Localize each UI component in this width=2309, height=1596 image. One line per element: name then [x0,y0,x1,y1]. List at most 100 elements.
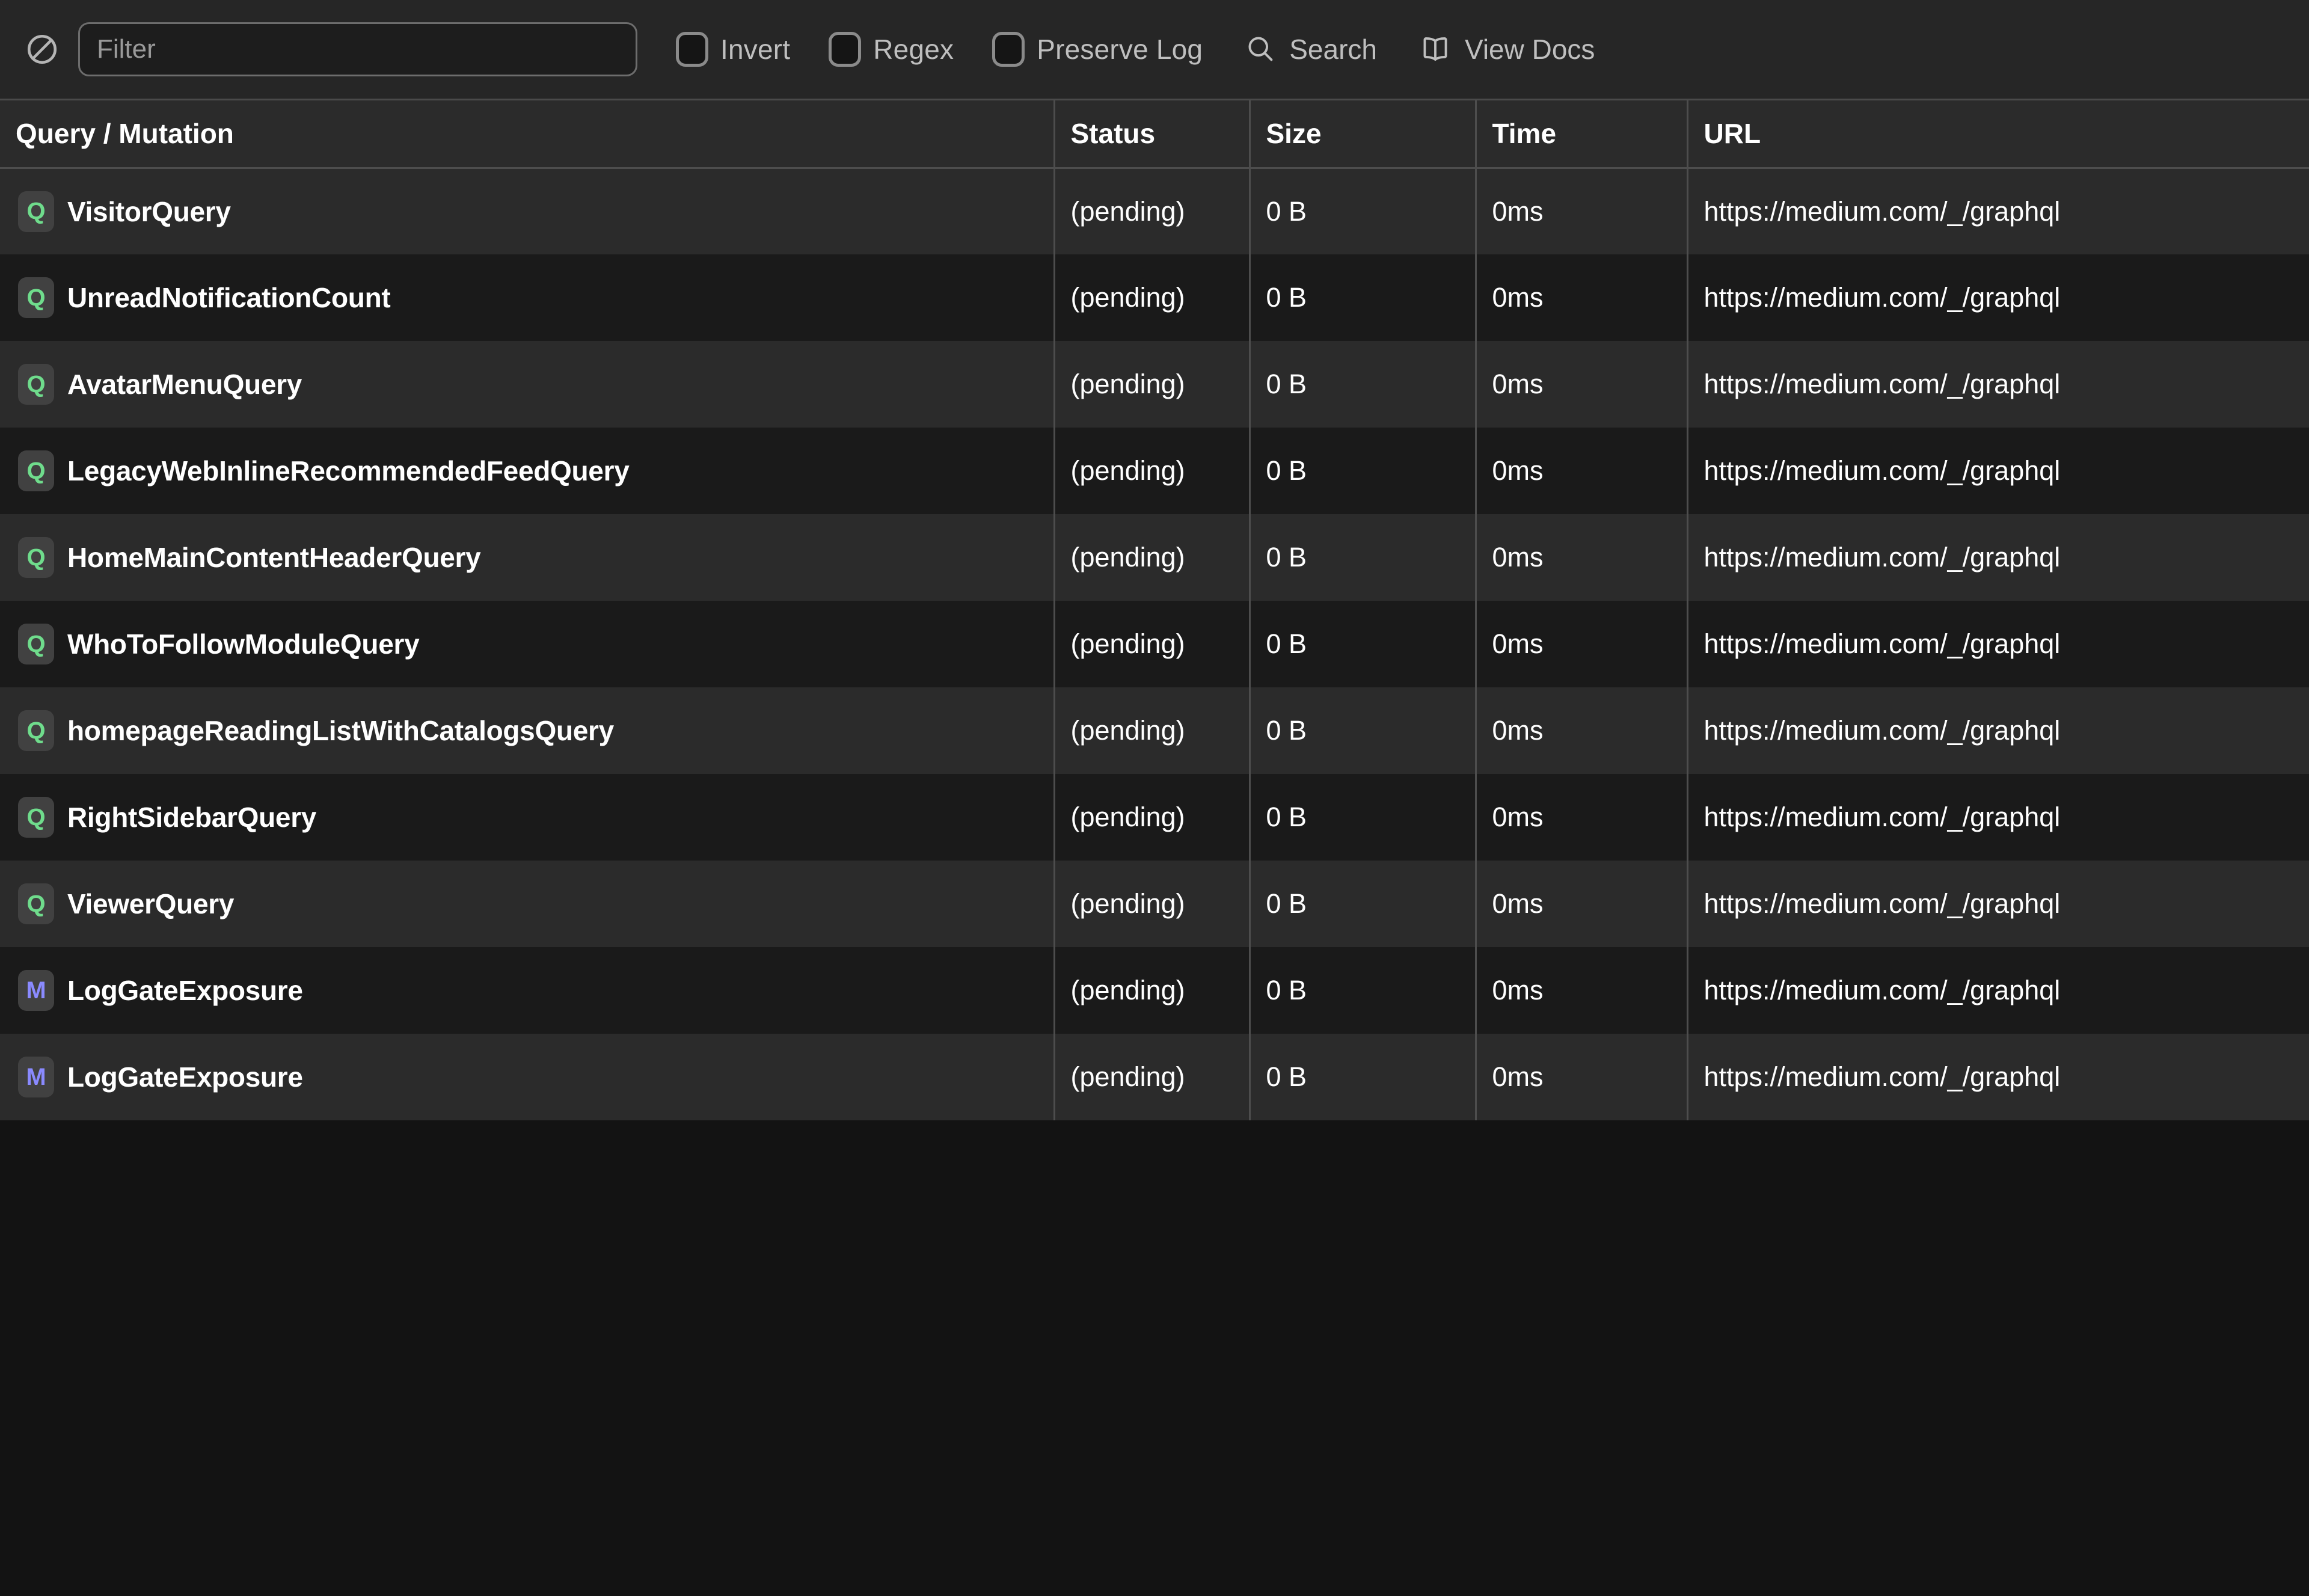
cell-time: 0ms [1476,861,1688,947]
cell-time: 0ms [1476,168,1688,254]
cell-url: https://medium.com/_/graphql [1687,1034,2309,1120]
table-row[interactable]: Q HomeMainContentHeaderQuery (pending) 0 B0… [0,514,2309,601]
cell-url: https://medium.com/_/graphql [1687,428,2309,514]
operation-name-wrapper: Q HomeMainContentHeaderQuery [16,537,1052,578]
table-body: Q VisitorQuery (pending) 0 B 0ms https://medi… [0,168,2309,1120]
toolbar: Invert Regex Preserve Log Search View Do… [0,0,2309,100]
cell-size: 0 B [1250,601,1477,687]
view-docs-button[interactable]: View Docs [1419,32,1595,67]
cell-time: 0ms [1476,1034,1688,1120]
search-icon [1245,33,1276,66]
column-header-url[interactable]: URL [1687,100,2309,169]
filter-input[interactable] [78,22,637,76]
cell-status: (pending) [1054,1034,1251,1120]
cell-time: 0ms [1476,254,1688,341]
operation-name-wrapper: Q VisitorQuery [16,191,1052,232]
query-badge-icon: Q [18,364,54,405]
table-row[interactable]: Q VisitorQuery (pending) 0 B 0ms https://medi… [0,168,2309,254]
cell-size: 0 B [1250,947,1477,1034]
column-header-size[interactable]: Size [1250,100,1477,169]
cell-operation-name[interactable]: Q WhoToFollowModuleQuery [0,601,1055,687]
ban-icon [25,32,60,67]
cell-url: https://medium.com/_/graphql [1687,774,2309,861]
cell-url: https://medium.com/_/graphql [1687,947,2309,1034]
regex-checkbox-label: Regex [873,34,954,65]
preserve-log-checkbox-box[interactable] [992,32,1025,67]
operation-name-label: AvatarMenuQuery [67,369,302,400]
cell-operation-name[interactable]: Q UnreadNotificationCount [0,254,1055,341]
query-badge-icon: Q [18,191,54,232]
cell-operation-name[interactable]: Q HomeMainContentHeaderQuery [0,514,1055,601]
cell-url: https://medium.com/_/graphql [1687,168,2309,254]
operation-name-label: LegacyWebInlineRecommendedFeedQuery [67,455,630,486]
cell-operation-name[interactable]: M LogGateExposure [0,947,1055,1034]
cell-size: 0 B [1250,1034,1477,1120]
cell-operation-name[interactable]: Q AvatarMenuQuery [0,341,1055,428]
preserve-log-checkbox[interactable]: Preserve Log [992,32,1203,67]
cell-operation-name[interactable]: QhomepageReadingListWithCatalogsQuery [0,687,1055,774]
operation-name-label: WhoToFollowModuleQuery [67,628,420,660]
column-header-name[interactable]: Query / Mutation [0,100,1055,169]
operation-name-wrapper: Q UnreadNotificationCount [16,277,1052,318]
table-row[interactable]: Q ViewerQuery (pending) 0 B 0ms https://mediu… [0,861,2309,947]
table-row[interactable]: Q UnreadNotificationCount (pending) 0 B 0ms h… [0,254,2309,341]
query-badge-icon: Q [18,277,54,318]
operation-name-label: RightSidebarQuery [67,802,317,833]
operation-name-wrapper: M LogGateExposure [16,1057,1052,1097]
query-badge-icon: Q [18,797,54,838]
cell-operation-name[interactable]: M LogGateExposure [0,1034,1055,1120]
cell-url: https://medium.com/_/graphql [1687,687,2309,774]
table-row[interactable]: Q WhoToFollowModuleQuery (pending) 0 B 0ms ht… [0,601,2309,687]
column-header-status[interactable]: Status [1054,100,1251,169]
operation-name-wrapper: Q WhoToFollowModuleQuery [16,624,1052,664]
invert-checkbox-label: Invert [720,34,791,65]
cell-status: (pending) [1054,341,1251,428]
cell-operation-name[interactable]: Q RightSidebarQuery [0,774,1055,861]
cell-status: (pending) [1054,168,1251,254]
invert-checkbox-box[interactable] [676,32,708,67]
table-header-row: Query / Mutation Status Size Time URL [0,100,2309,169]
cell-operation-name[interactable]: Q ViewerQuery [0,861,1055,947]
operation-name-label: VisitorQuery [67,195,231,227]
search-button[interactable]: Search [1245,33,1377,66]
operation-name-wrapper: M LogGateExposure [16,970,1052,1011]
cell-time: 0ms [1476,947,1688,1034]
table-row[interactable]: M LogGateExposure (pending) 0 B 0ms https://m… [0,1034,2309,1120]
cell-operation-name[interactable]: Q VisitorQuery [0,168,1055,254]
cell-time: 0ms [1476,514,1688,601]
cell-time: 0ms [1476,428,1688,514]
search-button-label: Search [1289,34,1377,65]
cell-size: 0 B [1250,428,1477,514]
cell-status: (pending) [1054,514,1251,601]
cell-status: (pending) [1054,774,1251,861]
table-header: Query / Mutation Status Size Time URL [0,100,2309,169]
operation-name-wrapper: Q AvatarMenuQuery [16,364,1052,405]
book-icon [1419,32,1452,67]
invert-checkbox[interactable]: Invert [676,32,790,67]
regex-checkbox-box[interactable] [829,32,862,67]
cell-url: https://medium.com/_/graphql [1687,341,2309,428]
cell-size: 0 B [1250,168,1477,254]
network-request-table: Query / Mutation Status Size Time URL QV… [0,100,2309,1120]
operation-name-label: LogGateExposure [67,975,303,1006]
operation-name-label: HomeMainContentHeaderQuery [67,542,481,573]
operation-name-label: homepageReadingListWithCatalogsQuery [67,715,614,746]
cell-status: (pending) [1054,947,1251,1034]
cell-url: https://medium.com/_/graphql [1687,601,2309,687]
cell-time: 0ms [1476,341,1688,428]
table-row[interactable]: Q RightSidebarQuery (pending) 0 B 0ms https:/… [0,774,2309,861]
column-header-time[interactable]: Time [1476,100,1688,169]
cell-operation-name[interactable]: Q LegacyWebInlineRecommendedFeedQuery [0,428,1055,514]
view-docs-button-label: View Docs [1464,34,1595,65]
clear-log-button[interactable] [19,26,65,72]
query-badge-icon: Q [18,710,54,751]
table-row[interactable]: M LogGateExposure (pending) 0 B 0ms https://m… [0,947,2309,1034]
table-row[interactable]: Q LegacyWebInlineRecommendedFeedQuery (pen… [0,428,2309,514]
operation-name-label: UnreadNotificationCount [67,282,391,313]
table-row[interactable]: QhomepageReadingListWithCatalogsQuery (pe… [0,687,2309,774]
table-row[interactable]: Q AvatarMenuQuery (pending) 0 B 0ms https://m… [0,341,2309,428]
operation-name-label: ViewerQuery [67,888,235,919]
query-badge-icon: Q [18,883,54,924]
mutation-badge-icon: M [18,1057,54,1097]
regex-checkbox[interactable]: Regex [829,32,954,67]
